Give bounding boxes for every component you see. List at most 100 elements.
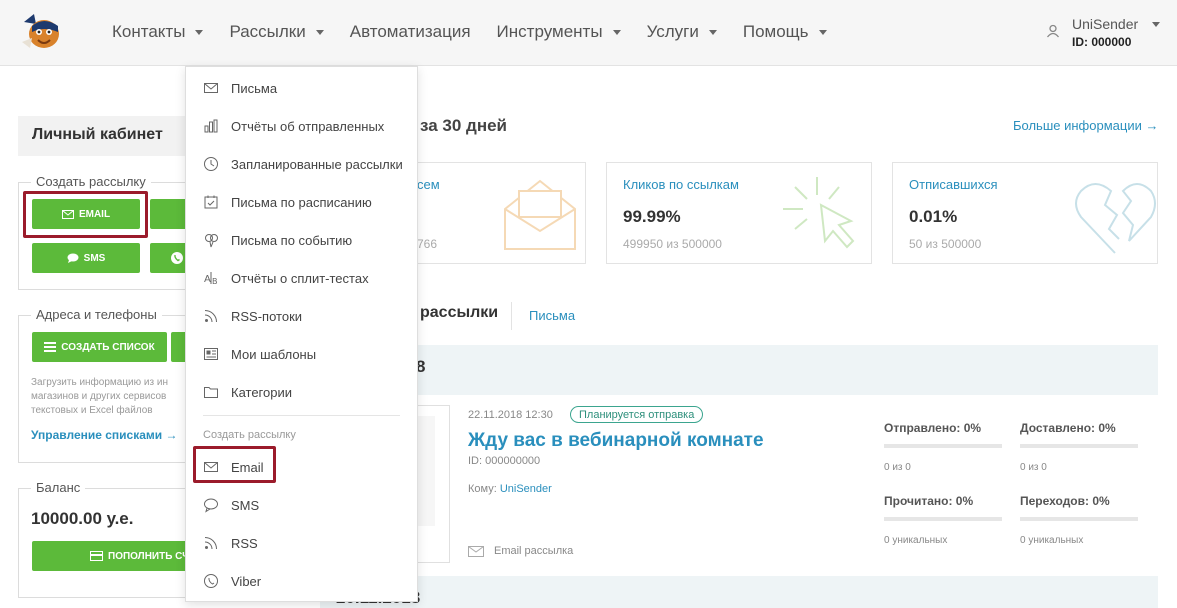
tab-letters[interactable]: Письма [529, 308, 575, 323]
nav-contacts[interactable]: Контакты [112, 22, 204, 42]
metric-label: Отправлено: 0% [884, 421, 982, 435]
topup-button[interactable]: ПОПОЛНИТЬ СЧ [32, 541, 197, 571]
more-info-link[interactable]: Больше информации → [1013, 118, 1158, 133]
stat-value: 99.99% [623, 207, 681, 226]
menu-item-create-rss[interactable]: RSS [186, 524, 417, 562]
campaign-type: Email рассылка [468, 545, 573, 557]
create-mailing-legend: Создать рассылку [31, 174, 151, 189]
unisender-logo[interactable] [18, 12, 64, 52]
menu-item-create-viber[interactable]: Viber [186, 562, 417, 600]
nav-mailings[interactable]: Рассылки [229, 22, 324, 42]
sms-button-label: SMS [83, 252, 106, 264]
campaign-title[interactable]: Жду вас в вебинарной комнате [468, 430, 764, 452]
nav-contacts-label: Контакты [112, 22, 186, 41]
folder-icon [204, 387, 218, 398]
metric-label: Прочитано: 0% [884, 494, 974, 508]
stats-title: за 30 дней [420, 116, 508, 135]
menu-item-label: Письма [231, 80, 278, 96]
metric-delivered: Доставлено: 0% 0 из 0 [1020, 421, 1138, 473]
stat-value: 0.01% [909, 207, 958, 226]
rss-icon [204, 310, 217, 323]
date-group-header: 8 [320, 345, 1158, 395]
campaign-datetime: 22.11.2018 12:30 [468, 409, 553, 421]
nav-automation-label: Автоматизация [349, 22, 471, 41]
user-id: ID: 000000 [1072, 35, 1132, 49]
menu-divider [203, 415, 400, 416]
stat-sub: 766 [417, 237, 438, 251]
campaign-type-label: Email рассылка [494, 545, 574, 557]
metric-label: Доставлено: 0% [1020, 421, 1116, 435]
nav-automation[interactable]: Автоматизация [350, 22, 471, 42]
nav-help-label: Помощь [742, 22, 809, 41]
menu-item-letters[interactable]: Письма [186, 69, 417, 107]
menu-item-label: Отчёты о сплит-тестах [231, 270, 369, 286]
menu-item-label: Запланированные рассылки [231, 156, 403, 172]
email-menu-highlight [193, 446, 276, 483]
topup-label: ПОПОЛНИТЬ СЧ [108, 550, 190, 562]
nav-mailings-label: Рассылки [229, 22, 306, 41]
section-divider [511, 302, 512, 330]
chevron-down-icon [612, 29, 621, 35]
recipient-label: Кому: [468, 483, 497, 495]
menu-item-by-schedule[interactable]: Письма по расписанию [186, 183, 417, 221]
metric-sub: 0 уникальных [1020, 535, 1084, 546]
status-badge: Планируется отправка [570, 406, 704, 423]
menu-item-reports[interactable]: Отчёты об отправленных [186, 107, 417, 145]
progress-bar [884, 517, 1002, 521]
balloon-icon [205, 234, 218, 248]
ab-test-icon: AB [204, 272, 218, 286]
progress-bar [884, 444, 1002, 448]
viber-icon [204, 574, 218, 588]
menu-item-label: Viber [231, 573, 262, 589]
cabinet-title: Личный кабинет [18, 116, 196, 156]
stat-sub: 499950 из 500000 [623, 237, 722, 251]
stat-label: Отписавшихся [909, 177, 998, 192]
sms-icon [204, 498, 218, 513]
chevron-down-icon [708, 29, 717, 35]
top-navbar: Контакты Рассылки Автоматизация Инструме… [0, 0, 1177, 66]
menu-item-label: SMS [231, 497, 260, 513]
menu-section-label: Создать рассылку [203, 429, 296, 441]
manage-lists-link[interactable]: Управление списками → [31, 428, 178, 442]
menu-item-templates[interactable]: Мои шаблоны [186, 335, 417, 373]
template-icon [204, 348, 218, 360]
stat-label: сем [417, 177, 440, 192]
nav-tools-label: Инструменты [496, 22, 603, 41]
nav-tools[interactable]: Инструменты [497, 22, 621, 42]
user-icon [1046, 24, 1060, 38]
campaign-recipient: Кому: UniSender [468, 483, 552, 495]
cursor-click-icon [783, 177, 855, 249]
stat-label: Кликов по ссылкам [623, 177, 739, 192]
section-title: рассылки [420, 304, 499, 321]
menu-item-categories[interactable]: Категории [186, 373, 417, 411]
create-list-label: СОЗДАТЬ СПИСОК [61, 341, 155, 353]
progress-bar [1020, 517, 1138, 521]
upload-help-text: Загрузить информацию из ин магазинов и д… [31, 377, 168, 416]
create-list-button[interactable]: СОЗДАТЬ СПИСОК [32, 332, 167, 362]
menu-item-label: Отчёты об отправленных [231, 118, 385, 134]
sms-button[interactable]: SMS [32, 243, 140, 273]
stat-sub: 50 из 500000 [909, 237, 982, 251]
metric-sent: Отправлено: 0% 0 из 0 [884, 421, 1002, 473]
main-menu: Контакты Рассылки Автоматизация Инструме… [112, 0, 827, 64]
metric-read: Прочитано: 0% 0 уникальных [884, 494, 1002, 546]
menu-item-scheduled[interactable]: Запланированные рассылки [186, 145, 417, 183]
svg-text:B: B [212, 277, 218, 286]
date-group-header: 20.11.2018 [320, 576, 1158, 608]
nav-services[interactable]: Услуги [647, 22, 717, 42]
nav-help[interactable]: Помощь [743, 22, 827, 42]
broken-heart-icon [1075, 183, 1156, 254]
menu-item-split-tests[interactable]: AB Отчёты о сплит-тестах [186, 259, 417, 297]
campaign-id: ID: 000000000 [468, 455, 541, 467]
envelope-icon [204, 83, 218, 93]
recipient-link[interactable]: UniSender [500, 483, 552, 495]
chevron-down-icon [818, 29, 827, 35]
menu-item-by-event[interactable]: Письма по событию [186, 221, 417, 259]
balance-legend: Баланс [31, 480, 86, 495]
metric-sub: 0 из 0 [884, 462, 911, 473]
menu-item-create-sms[interactable]: SMS [186, 486, 417, 524]
user-menu[interactable]: UniSender ID: 000000 [1046, 16, 1161, 49]
menu-item-rss-feeds[interactable]: RSS-потоки [186, 297, 417, 335]
calendar-icon [204, 195, 218, 209]
menu-item-label: Письма по событию [231, 232, 353, 248]
